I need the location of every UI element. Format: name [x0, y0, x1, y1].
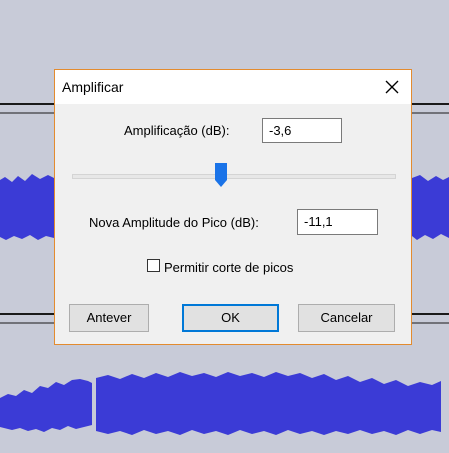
amplify-dialog: Amplificar Amplificação (dB): -3,6 Nova … [54, 69, 412, 345]
ok-button[interactable]: OK [182, 304, 279, 332]
close-icon[interactable] [381, 76, 403, 98]
allow-clipping-checkbox[interactable] [147, 259, 160, 272]
amplification-slider-track[interactable] [72, 174, 396, 179]
allow-clipping-label[interactable]: Permitir corte de picos [164, 260, 293, 275]
cancel-button[interactable]: Cancelar [298, 304, 395, 332]
dialog-titlebar[interactable]: Amplificar [55, 70, 411, 104]
amplification-slider-thumb[interactable] [215, 163, 228, 187]
preview-button[interactable]: Antever [69, 304, 149, 332]
peak-amplitude-input[interactable]: -11,1 [297, 209, 378, 235]
dialog-title: Amplificar [62, 79, 124, 95]
amplification-input[interactable]: -3,6 [262, 118, 342, 143]
amplification-label: Amplificação (dB): [124, 123, 230, 138]
peak-amplitude-label: Nova Amplitude do Pico (dB): [89, 215, 259, 230]
